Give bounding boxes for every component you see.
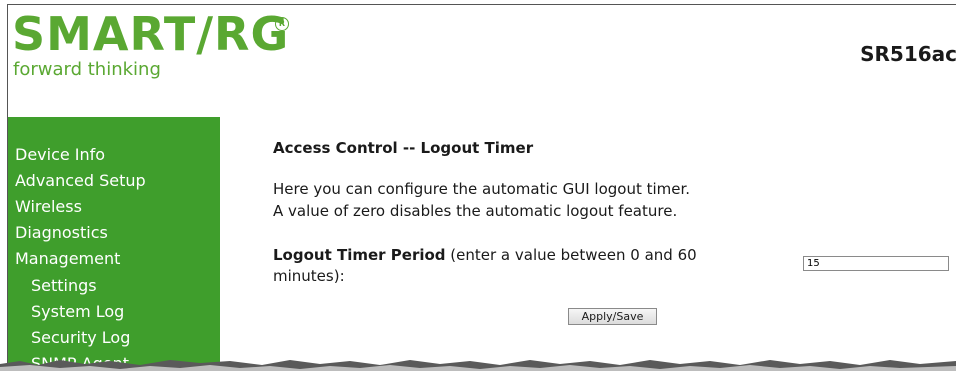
logout-timer-label-bold: Logout Timer Period [273,246,446,264]
sidebar-item-management[interactable]: Management [15,249,120,268]
model-name: SR516ac [860,42,956,66]
sidebar-item-diagnostics[interactable]: Diagnostics [15,223,108,242]
sidebar-item-security-log[interactable]: Security Log [31,328,130,347]
torn-edge-decoration [0,360,956,371]
sidebar-item-settings[interactable]: Settings [31,276,97,295]
sidebar-item-wireless[interactable]: Wireless [15,197,82,216]
sidebar-item-advanced-setup[interactable]: Advanced Setup [15,171,146,190]
description-line-2: A value of zero disables the automatic l… [273,202,678,220]
smartrg-logo: SMART/RG [12,7,290,61]
router-web-ui: SMART/RG R forward thinking SR516ac Devi… [7,4,956,371]
registered-mark: R [275,17,289,31]
header: SMART/RG R forward thinking SR516ac [8,5,956,117]
logo-tagline: forward thinking [13,59,161,80]
logout-timer-label: Logout Timer Period (enter a value betwe… [273,245,773,287]
logout-timer-input[interactable] [803,256,949,271]
apply-save-button[interactable]: Apply/Save [568,308,657,325]
description-line-1: Here you can configure the automatic GUI… [273,180,691,198]
page-title: Access Control -- Logout Timer [273,139,534,157]
sidebar-item-system-log[interactable]: System Log [31,302,124,321]
sidebar-item-device-info[interactable]: Device Info [15,145,105,164]
sidebar-nav: Device Info Advanced Setup Wireless Diag… [8,117,220,371]
